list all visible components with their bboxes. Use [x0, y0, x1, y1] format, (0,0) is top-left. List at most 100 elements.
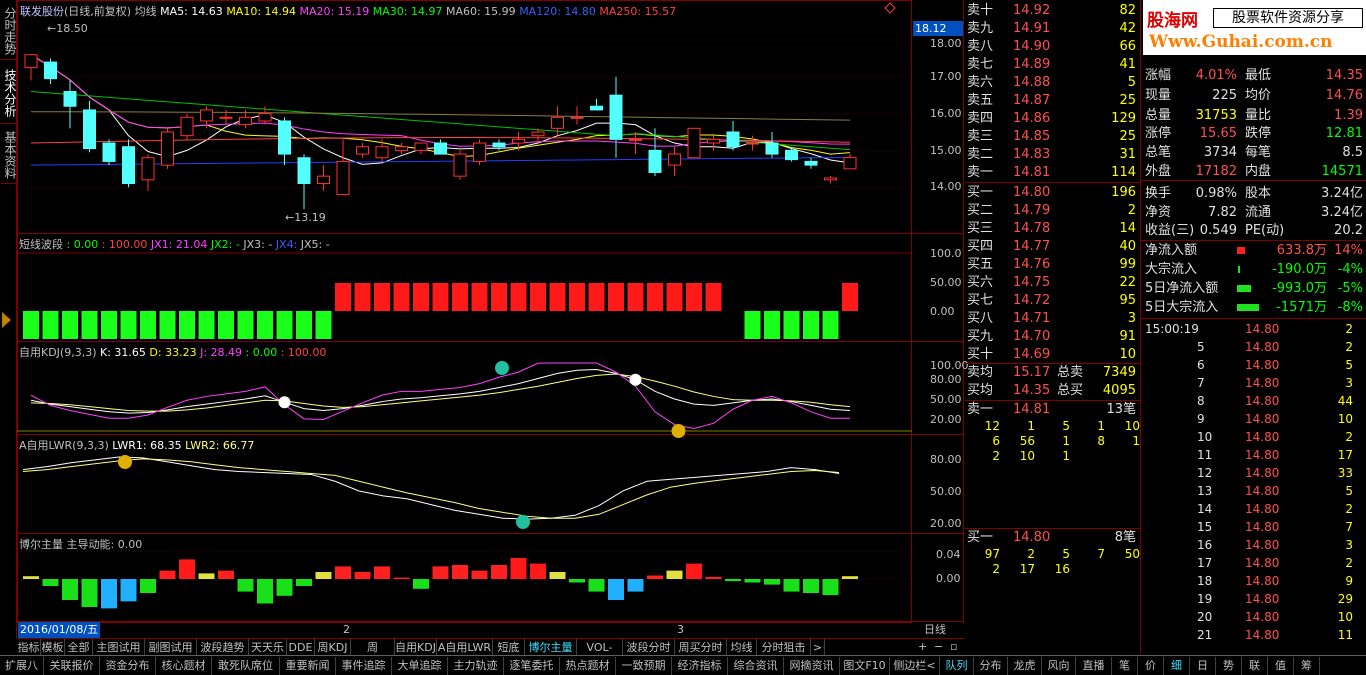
- status-tab[interactable]: 日: [1190, 657, 1216, 675]
- order-label: 卖十: [967, 3, 994, 18]
- tab-fundamental[interactable]: 基本资料: [1, 126, 17, 184]
- status-tab[interactable]: 敢死队席位: [212, 657, 280, 675]
- candle-body: [785, 149, 798, 161]
- bor-bar: [296, 579, 312, 586]
- queue-cell: 2: [992, 562, 1000, 576]
- candle-body: [24, 54, 38, 69]
- tick-price: 14.80: [1245, 484, 1280, 498]
- info-label: 股本: [1245, 186, 1272, 201]
- bor-bar: [744, 579, 761, 583]
- status-tab[interactable]: 直播: [1076, 657, 1112, 675]
- tab-intraday[interactable]: 分时走势: [1, 2, 17, 60]
- status-tab[interactable]: 队列: [940, 657, 974, 675]
- wave-jx5: JX5: -: [300, 238, 330, 251]
- status-tab[interactable]: 扩展八: [0, 657, 44, 675]
- status-tab[interactable]: 资金分布: [100, 657, 156, 675]
- indicator-button[interactable]: 主图试用: [93, 639, 145, 656]
- info-value: 12.81: [1325, 126, 1363, 141]
- order-book-row: 卖八 14.90 66: [965, 38, 1140, 56]
- order-volume: 91: [1119, 329, 1136, 344]
- tick-row: 19 14.80 29: [1145, 590, 1363, 608]
- wave-bar: [218, 311, 234, 339]
- status-tab[interactable]: 核心题材: [156, 657, 212, 675]
- status-tab[interactable]: 重要新闻: [280, 657, 336, 675]
- indicator-button[interactable]: 周MACD: [351, 639, 395, 671]
- status-tab[interactable]: 网摘资讯: [784, 657, 840, 675]
- next-page-icon[interactable]: >: [811, 639, 825, 656]
- status-tab[interactable]: 筹: [1294, 657, 1320, 675]
- indicator-button[interactable]: 自用KDJ: [395, 639, 437, 656]
- status-tab[interactable]: 细: [1164, 657, 1190, 675]
- status-tab[interactable]: 价: [1138, 657, 1164, 675]
- candle-body: [707, 138, 720, 144]
- indicator-button[interactable]: 波段趋势: [197, 639, 249, 656]
- indicator-button[interactable]: 全部: [65, 639, 93, 656]
- zoom-out-icon[interactable]: −: [934, 638, 943, 655]
- wave-bar: [62, 311, 78, 339]
- status-tab[interactable]: 联: [1242, 657, 1268, 675]
- candle-body: [219, 116, 233, 119]
- status-tab[interactable]: 经济指标: [672, 657, 728, 675]
- period-label[interactable]: 日线: [924, 622, 946, 638]
- status-tab[interactable]: 笔: [1112, 657, 1138, 675]
- zoom-in-icon[interactable]: +: [918, 638, 927, 655]
- order-volume: 66: [1119, 39, 1136, 54]
- tab-technical[interactable]: 技术分析: [1, 62, 17, 124]
- indicator-button[interactable]: DDE: [287, 639, 315, 656]
- kdj-j: J: 28.49: [200, 346, 243, 359]
- status-tab[interactable]: 分布: [974, 657, 1008, 675]
- scroll-icon[interactable]: ▫: [950, 638, 957, 655]
- status-tab[interactable]: 综合资讯: [728, 657, 784, 675]
- bor-bar: [276, 579, 293, 596]
- indicator-button[interactable]: 波段分时: [623, 639, 675, 656]
- tick-price: 14.80: [1245, 466, 1280, 480]
- bor-bar: [686, 563, 702, 579]
- bor-bar: [647, 575, 663, 579]
- indicator-button[interactable]: A自用LWR: [437, 639, 493, 656]
- info-value: 225: [1212, 88, 1237, 103]
- indicator-button[interactable]: 周KDJ: [315, 639, 351, 656]
- queue-row: 6 56 1 8 1: [965, 434, 1140, 449]
- status-tab[interactable]: 图文F10: [840, 657, 890, 675]
- status-tab[interactable]: 一致预期: [616, 657, 672, 675]
- indicator-button[interactable]: 分时狙击: [757, 639, 811, 656]
- avg-row: 卖均 15.17 总卖 7349: [965, 364, 1140, 382]
- tick-row: 16 14.80 3: [1145, 536, 1363, 554]
- order-volume: 99: [1119, 257, 1136, 272]
- status-tab[interactable]: 值: [1268, 657, 1294, 675]
- status-tab[interactable]: 事件追踪: [336, 657, 392, 675]
- tick-volume: 10: [1337, 610, 1353, 624]
- y-tick: 0.00: [930, 305, 955, 318]
- info-label: 总量: [1145, 108, 1172, 123]
- indicator-button[interactable]: 天天乐: [249, 639, 287, 656]
- lwr-header: A自用LWR(9,3,3) LWR1: 68.35 LWR2: 66.77: [19, 437, 254, 453]
- expand-arrow-icon[interactable]: [2, 312, 11, 328]
- queue-cell: 1: [1097, 419, 1105, 433]
- indicator-button[interactable]: 博尔主量: [525, 639, 577, 656]
- flow-pct: 14%: [1334, 243, 1363, 258]
- indicator-button[interactable]: VOL-TDX: [577, 639, 623, 671]
- total-label: 总卖: [1057, 365, 1084, 380]
- y-tick: 50.00: [930, 276, 962, 289]
- indicator-button[interactable]: 周买分时: [675, 639, 727, 656]
- status-tab[interactable]: 热点题材: [560, 657, 616, 675]
- indicator-button[interactable]: 模板: [41, 639, 65, 656]
- tick-row: 15:00:19 14.80 2: [1145, 320, 1363, 338]
- kdj-v1: : 100.00: [280, 346, 327, 359]
- status-tab[interactable]: 逐笔委托: [504, 657, 560, 675]
- indicator-button-bar: 指标模板全部主图试用副图试用波段趋势天天乐DDE周KDJ周MACD自用KDJA自…: [17, 638, 965, 671]
- info-label: 每笔: [1245, 145, 1272, 160]
- status-tab[interactable]: 龙虎: [1008, 657, 1042, 675]
- status-tab[interactable]: 势: [1216, 657, 1242, 675]
- status-tab[interactable]: 主力轨迹: [448, 657, 504, 675]
- status-tab[interactable]: 关联报价: [44, 657, 100, 675]
- indicator-button[interactable]: 指标: [17, 639, 41, 656]
- separator: [1141, 318, 1366, 319]
- status-tab[interactable]: 侧边栏<: [890, 657, 940, 675]
- status-tab[interactable]: 大单追踪: [392, 657, 448, 675]
- indicator-button[interactable]: 短底: [493, 639, 525, 656]
- indicator-button[interactable]: 均线: [727, 639, 757, 656]
- month-marker: 3: [677, 623, 684, 636]
- indicator-button[interactable]: 副图试用: [145, 639, 197, 656]
- status-tab[interactable]: 风向: [1042, 657, 1076, 675]
